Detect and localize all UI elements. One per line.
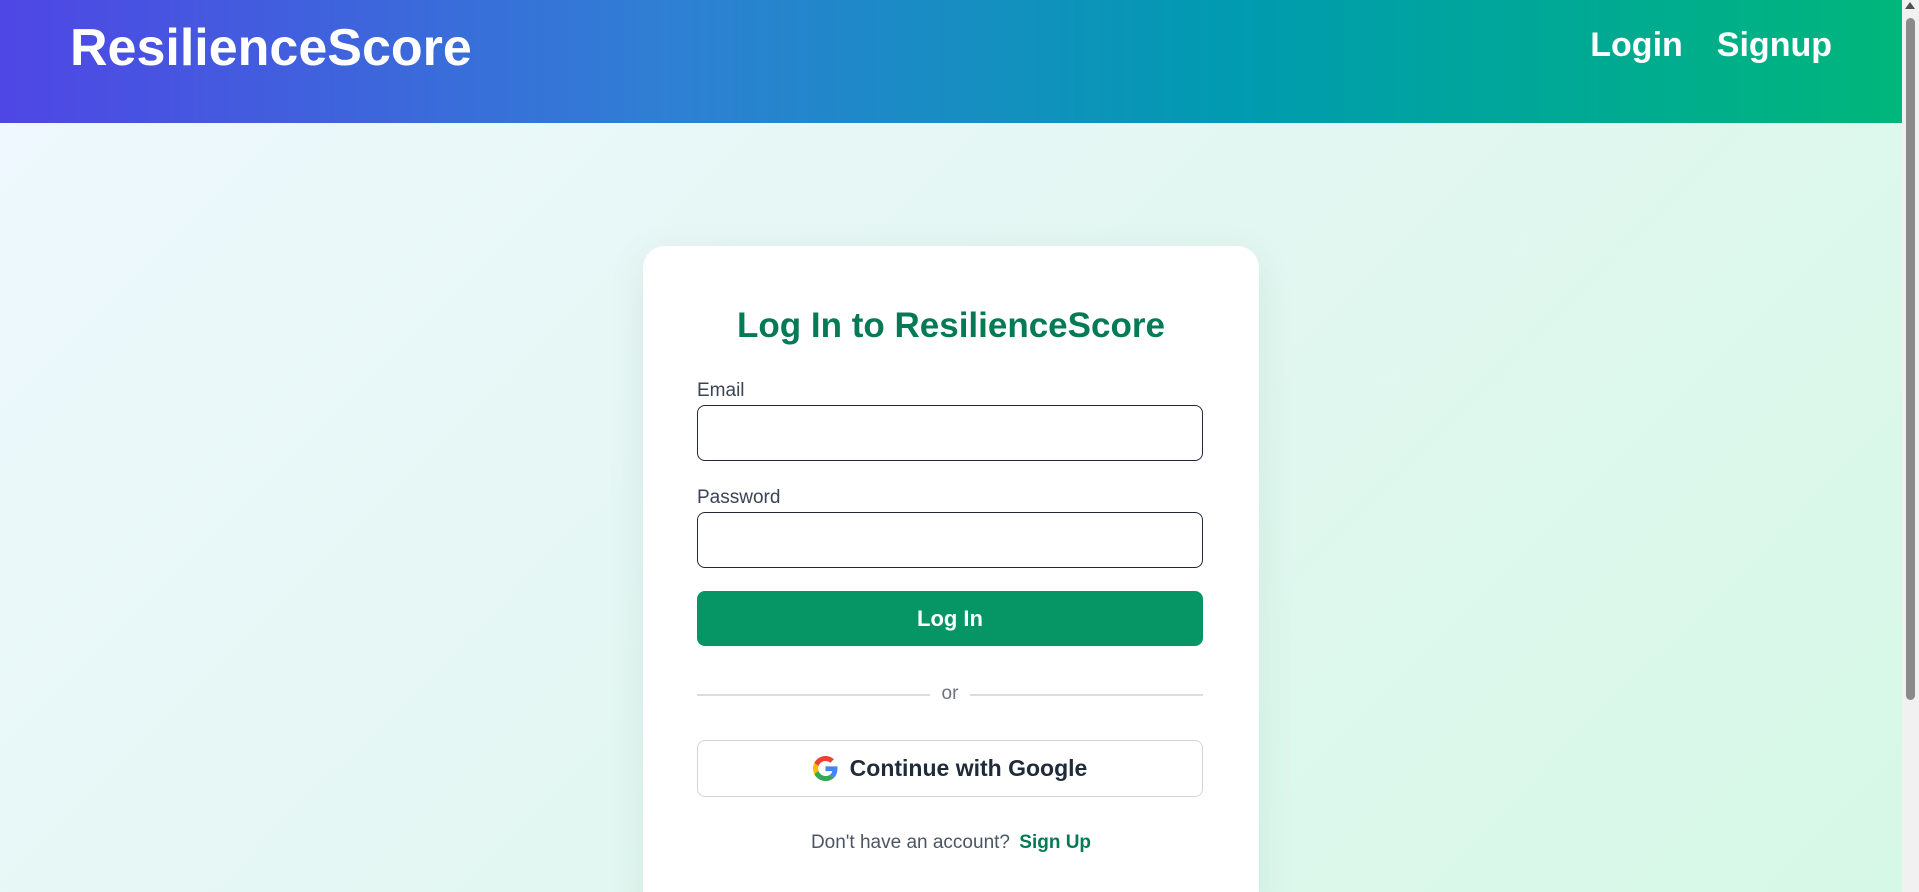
login-card: Log In to ResilienceScore Email Password… [643,246,1259,892]
nav-signup-link[interactable]: Signup [1717,26,1832,65]
nav-login-link[interactable]: Login [1590,26,1683,65]
google-signin-button[interactable]: Continue with Google [697,740,1203,797]
or-divider: or [697,683,1203,705]
signup-prompt: Don't have an account? Sign Up [643,832,1259,854]
login-button[interactable]: Log In [697,591,1203,646]
header-nav: Login Signup [1590,26,1832,65]
signup-prompt-text: Don't have an account? [810,832,1010,853]
top-header: ResilienceScore Login Signup [0,0,1902,123]
signup-link[interactable]: Sign Up [1019,832,1091,853]
password-label: Password [697,487,781,508]
brand-logo[interactable]: ResilienceScore [70,18,472,78]
page: ResilienceScore Login Signup Log In to R… [0,0,1902,892]
google-icon [812,756,838,781]
email-field[interactable] [697,405,1203,461]
divider-line-right [970,694,1203,696]
login-title: Log In to ResilienceScore [737,306,1165,345]
email-label: Email [697,380,745,401]
page-scrollbar[interactable] [1902,0,1919,892]
google-button-label: Continue with Google [849,755,1088,781]
scrollbar-thumb[interactable] [1906,18,1915,700]
scroll-up-arrow-icon[interactable] [1905,2,1915,9]
password-field[interactable] [697,512,1203,568]
